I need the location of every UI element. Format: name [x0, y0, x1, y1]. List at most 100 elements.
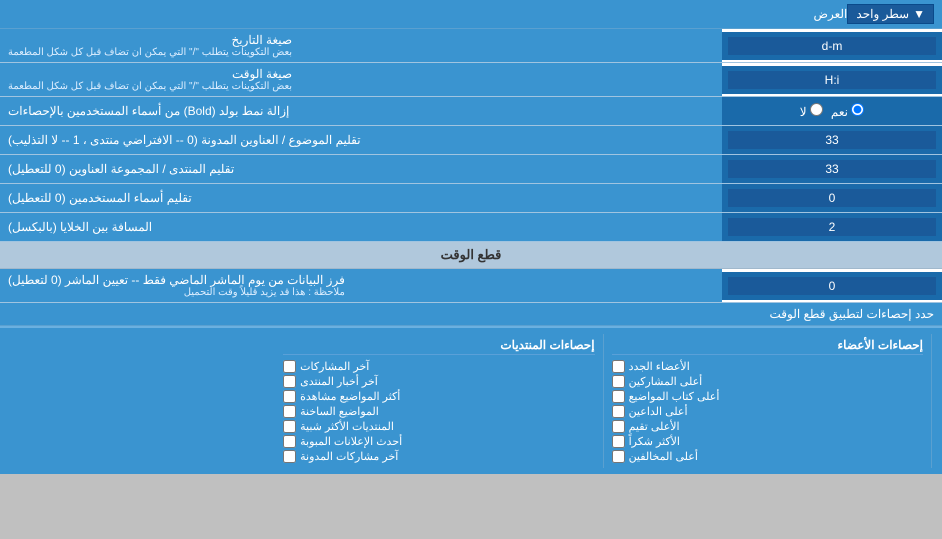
topics-titles-input-wrapper: [722, 126, 942, 154]
cutoff-value-note: ملاحظة : هذا قد يزيد قليلاً وقت التحميل: [8, 287, 345, 298]
remove-bold-radio-group: نعم لا: [792, 99, 873, 123]
cell-spacing-input[interactable]: [728, 218, 936, 236]
similar-forums-label: المنتديات الأكثر شبية: [300, 420, 394, 433]
cutoff-section-header: قطع الوقت: [0, 242, 942, 269]
members-stats-header: إحصاءات الأعضاء: [612, 338, 923, 355]
checkbox-hot-topics-input[interactable]: [283, 405, 296, 418]
dropdown-arrow-icon: ▼: [913, 7, 925, 21]
cell-spacing-label: المسافة بين الخلايا (بالبكسل): [0, 213, 722, 241]
display-label: العرض: [8, 7, 847, 21]
checkboxes-section: إحصاءات المنتديات آخر المشاركات آخر أخبا…: [0, 326, 942, 474]
main-container: العرض ▼ سطر واحد صيغة التاريخ بعض التكوي…: [0, 0, 942, 474]
cutoff-value-title: فرز البيانات من يوم الماشر الماضي فقط --…: [8, 273, 345, 287]
display-input[interactable]: ▼ سطر واحد: [847, 4, 934, 24]
date-format-input-wrapper: [722, 32, 942, 60]
stats-empty-col: [10, 334, 275, 468]
date-format-row: صيغة التاريخ بعض التكوينات يتطلب "/" الت…: [0, 29, 942, 63]
top-violators-label: أعلى المخالفين: [629, 450, 698, 463]
checkbox-top-rated: الأعلى تقيم: [612, 419, 923, 434]
topics-titles-label: تقليم الموضوع / العناوين المدونة (0 -- ا…: [0, 126, 722, 154]
new-members-label: الأعضاء الجدد: [629, 360, 690, 373]
usernames-input-wrapper: [722, 184, 942, 212]
radio-no[interactable]: [810, 103, 823, 116]
checkbox-forum-news: آخر أخبار المنتدى: [283, 374, 594, 389]
display-row: العرض ▼ سطر واحد: [0, 0, 942, 29]
date-format-input[interactable]: [728, 37, 936, 55]
checkbox-top-topic-writers: أعلى كتاب المواضيع: [612, 389, 923, 404]
checkbox-blog-posts: آخر مشاركات المدونة: [283, 449, 594, 464]
most-viewed-label: أكثر المواضيع مشاهدة: [300, 390, 400, 403]
date-format-note: بعض التكوينات يتطلب "/" التي يمكن ان تضا…: [8, 47, 292, 58]
date-format-title: صيغة التاريخ: [8, 33, 292, 47]
radio-yes-label: نعم: [831, 103, 864, 119]
hot-topics-label: المواضيع الساخنة: [300, 405, 379, 418]
checkbox-top-posters: أعلى المشاركين: [612, 374, 923, 389]
most-thanked-label: الأكثر شكراً: [629, 435, 680, 448]
top-posters-label: أعلى المشاركين: [629, 375, 703, 388]
checkbox-forum-news-input[interactable]: [283, 375, 296, 388]
checkbox-latest-ads-input[interactable]: [283, 435, 296, 448]
remove-bold-label: إزالة نمط بولد (Bold) من أسماء المستخدمي…: [0, 97, 722, 125]
forums-stats-col: إحصاءات المنتديات آخر المشاركات آخر أخبا…: [275, 334, 603, 468]
checkbox-top-posters-input[interactable]: [612, 375, 625, 388]
checkbox-top-inviters: أعلى الداعين: [612, 404, 923, 419]
forum-titles-label: تقليم المنتدى / المجموعة العناوين (0 للت…: [0, 155, 722, 183]
time-format-row: صيغة الوقت بعض التكوينات يتطلب "/" التي …: [0, 63, 942, 97]
time-format-input[interactable]: [728, 71, 936, 89]
cell-spacing-input-wrapper: [722, 213, 942, 241]
checkbox-last-posts-input[interactable]: [283, 360, 296, 373]
last-posts-label: آخر المشاركات: [300, 360, 369, 373]
checkbox-last-posts: آخر المشاركات: [283, 359, 594, 374]
top-rated-label: الأعلى تقيم: [629, 420, 680, 433]
cutoff-value-label: فرز البيانات من يوم الماشر الماضي فقط --…: [0, 269, 722, 302]
checkbox-top-topic-writers-input[interactable]: [612, 390, 625, 403]
checkbox-similar-forums-input[interactable]: [283, 420, 296, 433]
checkbox-most-viewed-input[interactable]: [283, 390, 296, 403]
topics-titles-input[interactable]: [728, 131, 936, 149]
top-inviters-label: أعلى الداعين: [629, 405, 688, 418]
cell-spacing-row: المسافة بين الخلايا (بالبكسل): [0, 213, 942, 242]
checkbox-new-members: الأعضاء الجدد: [612, 359, 923, 374]
checkbox-hot-topics: المواضيع الساخنة: [283, 404, 594, 419]
forum-titles-row: تقليم المنتدى / المجموعة العناوين (0 للت…: [0, 155, 942, 184]
checkbox-new-members-input[interactable]: [612, 360, 625, 373]
forums-stats-header: إحصاءات المنتديات: [283, 338, 594, 355]
cutoff-value-input-wrapper: [722, 272, 942, 300]
usernames-row: تقليم أسماء المستخدمين (0 للتعطيل): [0, 184, 942, 213]
checkbox-latest-ads: أحدث الإعلانات المبوبة: [283, 434, 594, 449]
stats-limit-label: حدد إحصاءات لتطبيق قطع الوقت: [0, 303, 942, 326]
checkboxes-grid: إحصاءات المنتديات آخر المشاركات آخر أخبا…: [10, 334, 932, 468]
cutoff-value-input[interactable]: [728, 277, 936, 295]
time-format-label: صيغة الوقت بعض التكوينات يتطلب "/" التي …: [0, 63, 722, 96]
forum-titles-input-wrapper: [722, 155, 942, 183]
checkbox-similar-forums: المنتديات الأكثر شبية: [283, 419, 594, 434]
top-topic-writers-label: أعلى كتاب المواضيع: [629, 390, 720, 403]
single-line-dropdown[interactable]: ▼ سطر واحد: [847, 4, 934, 24]
cutoff-value-row: فرز البيانات من يوم الماشر الماضي فقط --…: [0, 269, 942, 303]
date-format-label: صيغة التاريخ بعض التكوينات يتطلب "/" الت…: [0, 29, 722, 62]
checkbox-top-inviters-input[interactable]: [612, 405, 625, 418]
radio-yes[interactable]: [851, 103, 864, 116]
checkbox-top-violators: أعلى المخالفين: [612, 449, 923, 464]
topics-titles-row: تقليم الموضوع / العناوين المدونة (0 -- ا…: [0, 126, 942, 155]
time-format-input-wrapper: [722, 66, 942, 94]
blog-posts-label: آخر مشاركات المدونة: [300, 450, 398, 463]
remove-bold-input-wrapper: نعم لا: [722, 97, 942, 125]
remove-bold-row: إزالة نمط بولد (Bold) من أسماء المستخدمي…: [0, 97, 942, 126]
checkbox-blog-posts-input[interactable]: [283, 450, 296, 463]
checkbox-most-thanked: الأكثر شكراً: [612, 434, 923, 449]
forum-titles-input[interactable]: [728, 160, 936, 178]
latest-ads-label: أحدث الإعلانات المبوبة: [300, 435, 402, 448]
checkbox-top-violators-input[interactable]: [612, 450, 625, 463]
checkbox-top-rated-input[interactable]: [612, 420, 625, 433]
time-format-note: بعض التكوينات يتطلب "/" التي يمكن ان تضا…: [8, 81, 292, 92]
dropdown-value: سطر واحد: [856, 7, 909, 21]
usernames-label: تقليم أسماء المستخدمين (0 للتعطيل): [0, 184, 722, 212]
time-format-title: صيغة الوقت: [8, 67, 292, 81]
forum-news-label: آخر أخبار المنتدى: [300, 375, 378, 388]
radio-no-label: لا: [800, 103, 823, 119]
members-stats-col: إحصاءات الأعضاء الأعضاء الجدد أعلى المشا…: [604, 334, 932, 468]
checkbox-most-viewed: أكثر المواضيع مشاهدة: [283, 389, 594, 404]
usernames-input[interactable]: [728, 189, 936, 207]
checkbox-most-thanked-input[interactable]: [612, 435, 625, 448]
